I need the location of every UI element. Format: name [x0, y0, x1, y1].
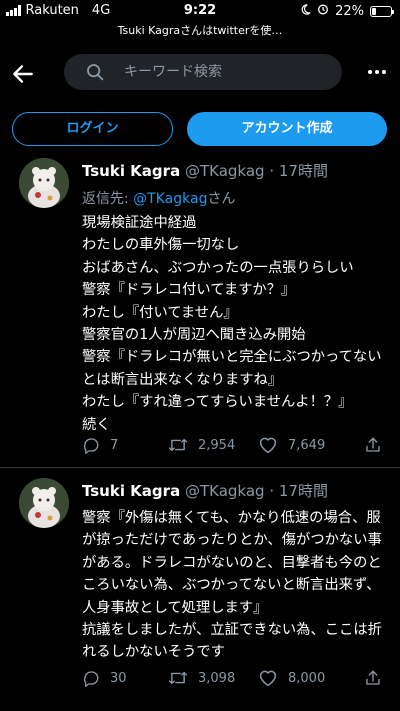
share-button[interactable]	[364, 436, 382, 454]
separator: ·	[269, 162, 275, 180]
moon-icon	[300, 3, 311, 19]
user-handle[interactable]: @TKagkag	[185, 482, 265, 500]
search-box[interactable]	[64, 54, 342, 90]
timestamp[interactable]: 17時間	[279, 162, 328, 180]
back-arrow-icon	[13, 65, 33, 83]
alarm-icon	[317, 3, 329, 19]
retweet-icon	[168, 438, 188, 452]
share-icon	[366, 437, 380, 452]
retweet-count: 2,954	[198, 437, 236, 453]
like-count: 7,649	[288, 437, 326, 453]
back-button[interactable]	[10, 61, 36, 87]
status-bar: Rakuten 4G 9:22 22%	[0, 0, 400, 22]
avatar-image	[19, 158, 69, 208]
heart-icon	[259, 437, 277, 454]
search-icon	[87, 64, 104, 81]
auth-bar: ログイン アカウント作成	[0, 112, 400, 148]
display-name[interactable]: Tsuki Kagra	[82, 482, 180, 500]
reply-suffix: さん	[207, 191, 236, 207]
user-handle[interactable]: @TKagkag	[185, 162, 265, 180]
top-bar	[0, 48, 400, 98]
tweet-text: 現場検証途中経過 わたしの車外傷一切なし おばあさん、ぶつかったの一点張りらしい…	[82, 215, 382, 433]
reply-count: 30	[110, 670, 127, 686]
avatar-image	[19, 478, 69, 528]
separator: ·	[269, 482, 275, 500]
tweet-divider	[0, 467, 400, 468]
retweet-button[interactable]: 3,098	[168, 669, 235, 687]
tweet-header: Tsuki Kagra @TKagkag · 17時間	[82, 160, 328, 181]
avatar[interactable]	[19, 158, 69, 208]
signup-button[interactable]: アカウント作成	[187, 112, 387, 146]
reply-count: 7	[110, 437, 119, 453]
reply-mention-link[interactable]: @TKagkag	[133, 191, 207, 207]
tweet-actions: 7 2,954 7,649	[82, 436, 387, 458]
share-icon	[366, 670, 380, 685]
display-name[interactable]: Tsuki Kagra	[82, 162, 180, 180]
reply-icon	[83, 671, 99, 687]
search-input[interactable]	[124, 54, 324, 90]
reply-prefix: 返信先:	[82, 191, 134, 207]
battery-label: 22%	[335, 3, 364, 19]
battery-fill	[372, 7, 376, 15]
like-button[interactable]: 7,649	[258, 436, 325, 454]
share-button[interactable]	[364, 669, 382, 687]
avatar[interactable]	[19, 478, 69, 528]
battery-icon	[370, 5, 394, 17]
reply-button[interactable]: 7	[82, 436, 118, 454]
more-icon[interactable]	[368, 70, 386, 74]
tweet-text: 警察『外傷は無くても、かなり低速の場合、服が掠っただけであったりとか、傷がつかな…	[82, 510, 382, 661]
retweet-icon	[168, 671, 188, 685]
status-right: 22%	[300, 3, 394, 19]
retweet-count: 3,098	[198, 670, 236, 686]
login-button[interactable]: ログイン	[12, 112, 173, 146]
like-count: 8,000	[288, 670, 326, 686]
reply-context: 返信先: @TKagkagさん	[82, 188, 235, 208]
retweet-button[interactable]: 2,954	[168, 436, 235, 454]
timestamp[interactable]: 17時間	[279, 482, 328, 500]
heart-icon	[259, 670, 277, 687]
tweet-header: Tsuki Kagra @TKagkag · 17時間	[82, 480, 328, 501]
like-button[interactable]: 8,000	[258, 669, 325, 687]
reply-icon	[83, 438, 99, 454]
page-title-bar: Tsuki Kagraさんはtwitterを使…	[117, 24, 283, 37]
tweet-actions: 30 3,098 8,000	[82, 669, 387, 691]
reply-button[interactable]: 30	[82, 669, 127, 687]
